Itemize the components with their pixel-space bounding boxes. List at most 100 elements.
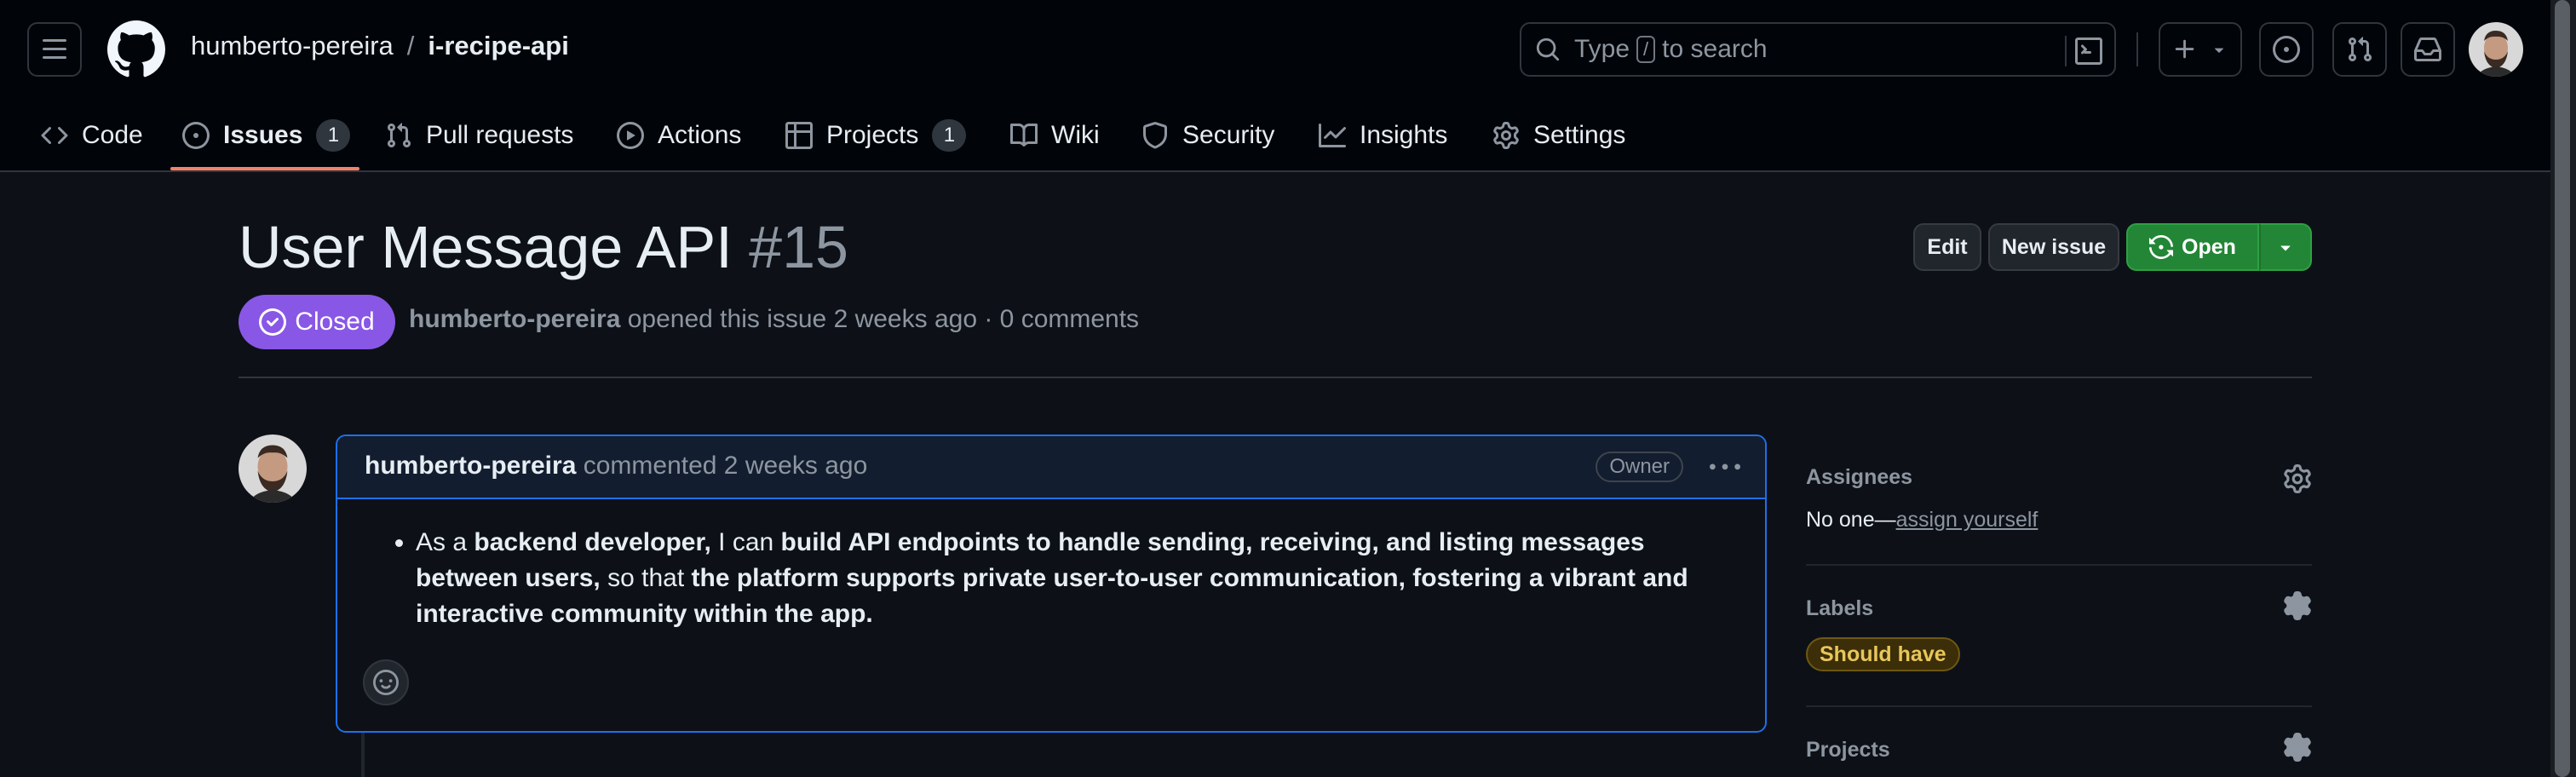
tab-code-label: Code — [82, 121, 143, 149]
tab-issues-label: Issues — [223, 121, 303, 149]
breadcrumb-owner-link[interactable]: humberto-pereira — [191, 31, 394, 61]
new-issue-button[interactable]: New issue — [1988, 223, 2119, 271]
edit-button[interactable]: Edit — [1913, 223, 1981, 271]
reopen-issue-button[interactable]: Open — [2126, 223, 2259, 271]
hamburger-icon — [43, 39, 66, 59]
search-shortcut-key: / — [1636, 36, 1656, 63]
triangle-down-icon — [2214, 48, 2224, 53]
tab-actions[interactable]: Actions — [617, 112, 741, 158]
search-icon — [1536, 37, 1560, 61]
triangle-down-icon — [2280, 245, 2291, 251]
search-input[interactable]: Type / to search — [1520, 22, 2116, 77]
issue-state-label: Closed — [295, 308, 375, 336]
assignees-gear-icon[interactable] — [2283, 464, 2312, 493]
tab-actions-label: Actions — [658, 121, 742, 149]
github-logo-icon[interactable] — [107, 20, 165, 78]
create-new-button[interactable] — [2159, 22, 2242, 77]
notifications-button[interactable] — [2401, 22, 2455, 77]
issue-title-text: User Message API — [239, 214, 733, 280]
your-issues-button[interactable] — [2259, 22, 2314, 77]
git-pull-request-icon — [387, 123, 411, 148]
repo-navigation: Code Issues 1 Pull requests Actions Proj… — [0, 101, 2550, 170]
search-placeholder: Type / to search — [1574, 35, 1768, 64]
breadcrumb-repo-link[interactable]: i-recipe-api — [428, 31, 568, 61]
issue-opened-icon — [182, 122, 210, 149]
smiley-icon — [373, 670, 399, 695]
comment-card: humberto-pereira commented 2 weeks ago O… — [336, 435, 1767, 733]
tab-settings-label: Settings — [1533, 121, 1626, 149]
comment-author-line: humberto-pereira commented 2 weeks ago — [365, 452, 867, 481]
body-text: so that — [600, 564, 692, 592]
avatar-image — [2469, 22, 2523, 77]
inbox-icon — [2414, 37, 2441, 61]
header-divider-line — [239, 377, 2312, 378]
issue-number: #15 — [749, 214, 848, 280]
sidebar-divider — [1806, 705, 2312, 707]
reopen-options-dropdown[interactable] — [2259, 223, 2312, 271]
tab-projects-label: Projects — [826, 121, 919, 149]
labels-heading[interactable]: Labels — [1806, 596, 1873, 621]
comment-author-avatar[interactable] — [239, 435, 307, 503]
header-divider — [2136, 32, 2138, 66]
your-pull-requests-button[interactable] — [2332, 22, 2387, 77]
add-reaction-button[interactable] — [363, 659, 409, 705]
comment-body: As a backend developer, I can build API … — [385, 525, 1714, 632]
tab-code[interactable]: Code — [41, 112, 143, 158]
issue-reopened-icon — [2149, 235, 2174, 259]
page-scrollbar-thumb[interactable] — [2555, 0, 2570, 777]
tab-issues-count: 1 — [316, 119, 351, 152]
kebab-horizontal-icon — [1710, 463, 1740, 470]
git-pull-request-icon — [2348, 37, 2372, 62]
user-avatar[interactable] — [2469, 22, 2523, 77]
breadcrumb-separator: / — [406, 31, 415, 60]
issue-meta-text: opened this issue 2 weeks ago · 0 commen… — [627, 305, 1140, 333]
avatar-image — [239, 435, 307, 503]
issue-state-badge: Closed — [239, 295, 395, 349]
owner-badge: Owner — [1596, 452, 1683, 482]
comment-options-button[interactable] — [1705, 455, 1745, 481]
graph-icon — [1319, 124, 1346, 147]
assignees-value: No one—assign yourself — [1806, 508, 2038, 532]
assignees-heading[interactable]: Assignees — [1806, 465, 1912, 490]
tab-settings[interactable]: Settings — [1492, 112, 1625, 158]
assign-yourself-link[interactable]: assign yourself — [1896, 508, 2038, 532]
hamburger-menu-button[interactable] — [27, 22, 82, 77]
tab-projects-count: 1 — [932, 119, 967, 152]
tab-issues[interactable]: Issues 1 — [182, 112, 351, 158]
tab-insights-label: Insights — [1360, 121, 1448, 149]
tab-wiki[interactable]: Wiki — [1010, 112, 1100, 158]
timeline-connector — [361, 733, 365, 777]
sidebar-divider — [1806, 564, 2312, 566]
table-icon — [785, 122, 813, 149]
body-text: As a — [416, 528, 474, 556]
reopen-issue-label: Open — [2182, 234, 2236, 259]
code-icon — [41, 126, 68, 145]
play-icon — [617, 122, 644, 149]
projects-gear-icon[interactable] — [2283, 733, 2312, 762]
issue-closed-icon — [259, 308, 287, 336]
tab-wiki-label: Wiki — [1051, 121, 1100, 149]
comment-header: humberto-pereira commented 2 weeks ago O… — [337, 436, 1765, 499]
issue-opened-icon — [2273, 36, 2300, 63]
plus-icon — [2175, 39, 2194, 59]
search-placeholder-prefix: Type — [1574, 35, 1630, 63]
command-palette-icon[interactable] — [2075, 37, 2102, 65]
projects-heading[interactable]: Projects — [1806, 738, 1890, 763]
issue-meta: humberto-pereira opened this issue 2 wee… — [409, 305, 1139, 334]
body-text: I can — [710, 528, 781, 556]
tab-projects[interactable]: Projects 1 — [785, 112, 967, 158]
breadcrumb: humberto-pereira / i-recipe-api — [191, 31, 569, 61]
comment-timestamp[interactable]: commented 2 weeks ago — [584, 452, 868, 480]
search-divider — [2065, 36, 2067, 66]
issue-author-link[interactable]: humberto-pereira — [409, 305, 620, 333]
shield-icon — [1143, 122, 1167, 149]
tab-pull-requests-label: Pull requests — [426, 121, 574, 149]
labels-gear-icon[interactable] — [2283, 591, 2312, 620]
comment-list: As a backend developer, I can build API … — [385, 525, 1714, 632]
tab-security[interactable]: Security — [1141, 112, 1274, 158]
tab-pull-requests[interactable]: Pull requests — [385, 112, 573, 158]
label-badge[interactable]: Should have — [1806, 637, 1960, 671]
comment-author-link[interactable]: humberto-pereira — [365, 452, 576, 480]
tab-insights[interactable]: Insights — [1319, 112, 1447, 158]
issue-title: User Message API #15 — [239, 211, 848, 283]
